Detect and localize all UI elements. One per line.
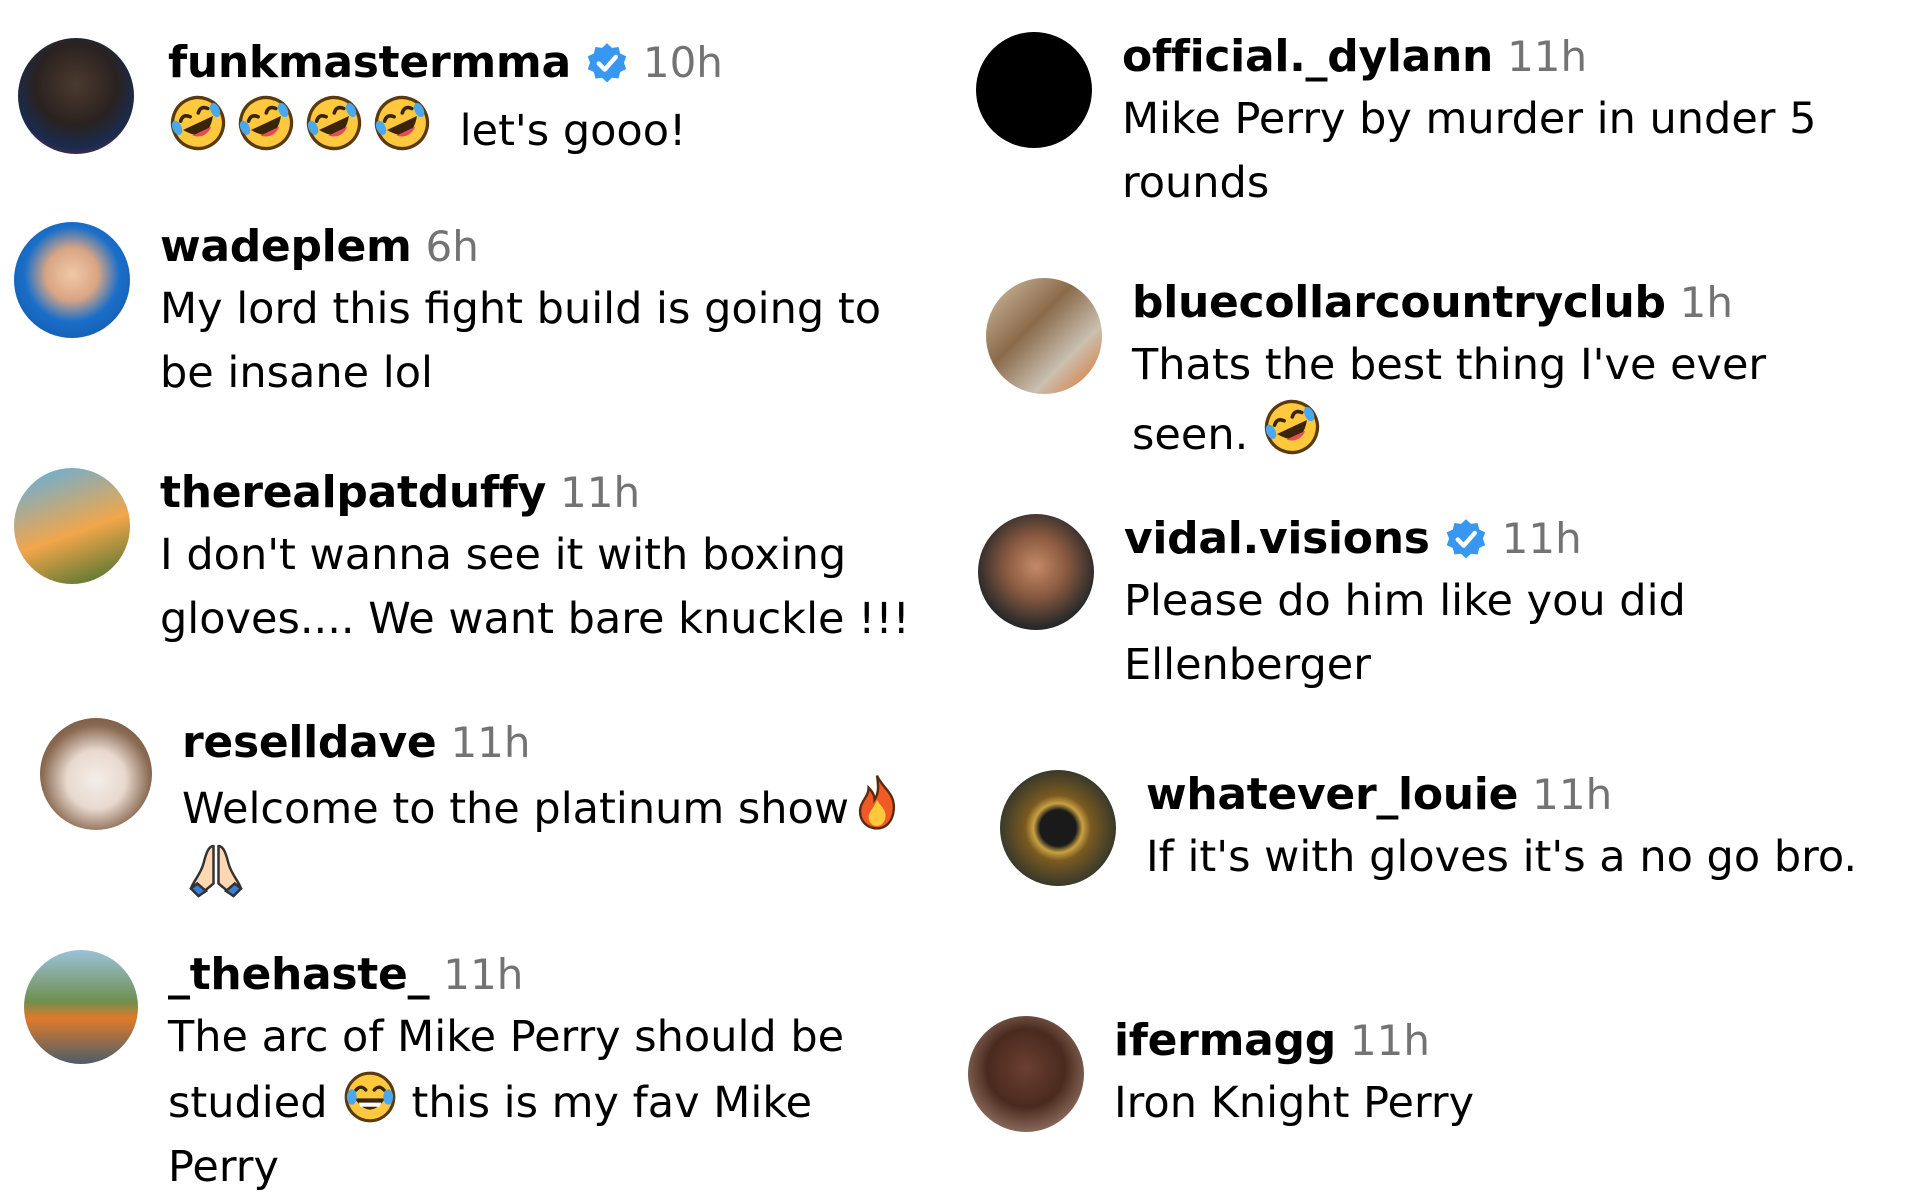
comment-text: let's gooo! — [168, 93, 723, 163]
username[interactable]: _thehaste_ — [168, 949, 430, 1001]
avatar[interactable] — [978, 514, 1094, 630]
rofl-emoji-icon — [236, 93, 296, 153]
comment-text-line: Ellenberger — [1124, 639, 1371, 690]
timestamp[interactable]: 10h — [643, 38, 723, 87]
username[interactable]: official._dylann — [1122, 31, 1493, 83]
comment-text: My lord this fight build is going to be … — [160, 277, 881, 405]
timestamp[interactable]: 11h — [1502, 514, 1582, 563]
timestamp[interactable]: 11h — [560, 468, 640, 517]
avatar[interactable] — [14, 468, 130, 584]
comment-text-line: studied — [168, 1077, 328, 1128]
comment-text: Iron Knight Perry — [1114, 1071, 1474, 1135]
comment-funkmastermma: funkmastermma 10h let's gooo! — [18, 37, 723, 163]
username[interactable]: vidal.visions — [1124, 513, 1430, 565]
comment-_thehaste_: _thehaste_ 11h The arc of Mike Perry sho… — [24, 949, 844, 1199]
comment-text: Mike Perry by murder in under 5 rounds — [1122, 87, 1817, 215]
avatar[interactable] — [1000, 770, 1116, 886]
rofl-emoji-icon — [1262, 397, 1322, 457]
avatar[interactable] — [40, 718, 152, 830]
username[interactable]: funkmastermma — [168, 37, 571, 89]
comment-text-line: If it's with gloves it's a no go bro. — [1146, 831, 1858, 882]
comment-therealpatduffy: therealpatduffy 11h I don't wanna see it… — [14, 467, 910, 651]
comment-text-line: Perry — [168, 1141, 279, 1192]
username[interactable]: whatever_louie — [1146, 769, 1518, 821]
comment-text-line: Thats the best thing I've ever — [1132, 339, 1767, 390]
comment-bluecollarcountryclub: bluecollarcountryclub 1h Thats the best … — [986, 277, 1766, 467]
comment-text-line: be insane lol — [160, 347, 433, 398]
timestamp[interactable]: 11h — [443, 950, 523, 999]
timestamp[interactable]: 11h — [1350, 1016, 1430, 1065]
comment-text-line: this is my fav Mike — [411, 1077, 813, 1128]
avatar[interactable] — [14, 222, 130, 338]
timestamp[interactable]: 11h — [1507, 32, 1587, 81]
comment-text-line: let's gooo! — [459, 105, 687, 156]
username[interactable]: bluecollarcountryclub — [1132, 277, 1666, 329]
comment-text-line: seen. — [1132, 409, 1249, 460]
timestamp[interactable]: 11h — [450, 718, 530, 767]
comment-text-line: rounds — [1122, 157, 1270, 208]
joy-emoji-icon — [342, 1069, 398, 1125]
timestamp[interactable]: 11h — [1532, 770, 1612, 819]
comment-text-line: Welcome to the platinum show — [182, 783, 850, 834]
username[interactable]: therealpatduffy — [160, 467, 546, 519]
comment-text-line: The arc of Mike Perry should be — [168, 1011, 845, 1062]
avatar[interactable] — [976, 32, 1092, 148]
username[interactable]: ifermagg — [1114, 1015, 1336, 1067]
comment-text: Welcome to the platinum show — [182, 773, 901, 911]
verified-badge-icon — [585, 41, 629, 85]
comment-text: I don't wanna see it with boxing gloves.… — [160, 523, 910, 651]
avatar[interactable] — [24, 950, 138, 1064]
rofl-emoji-icon — [304, 93, 364, 153]
avatar[interactable] — [18, 38, 134, 154]
rofl-emoji-icon — [168, 93, 228, 153]
comment-text-line: Please do him like you did — [1124, 575, 1686, 626]
username[interactable]: wadeplem — [160, 221, 412, 273]
comment-text-line: Mike Perry by murder in under 5 — [1122, 93, 1817, 144]
verified-badge-icon — [1444, 517, 1488, 561]
comment-vidal-visions: vidal.visions 11h Please do him like you… — [978, 513, 1686, 697]
comment-text-line: Iron Knight Perry — [1114, 1077, 1475, 1128]
comment-text-line: My lord this fight build is going to — [160, 283, 882, 334]
praying-hands-emoji-icon — [186, 841, 246, 901]
comment-text-line: I don't wanna see it with boxing — [160, 529, 847, 580]
comment-text: Please do him like you did Ellenberger — [1124, 569, 1686, 697]
comment-whatever-louie: whatever_louie 11h If it's with gloves i… — [1000, 769, 1857, 889]
timestamp[interactable]: 6h — [426, 222, 479, 271]
rofl-emoji-icon — [372, 93, 432, 153]
avatar[interactable] — [986, 278, 1102, 394]
timestamp[interactable]: 1h — [1680, 278, 1733, 327]
comment-text: Thats the best thing I've ever seen. — [1132, 333, 1766, 467]
username[interactable]: reselldave — [182, 717, 437, 769]
comment-ifermagg: ifermagg 11h Iron Knight Perry — [968, 1015, 1474, 1135]
comment-reselldave: reselldave 11h Welcome to the platinum s… — [40, 717, 901, 911]
comment-text: If it's with gloves it's a no go bro. — [1146, 825, 1857, 889]
comment-official-dylann: official._dylann 11h Mike Perry by murde… — [976, 31, 1817, 215]
comment-wadeplem: wadeplem 6h My lord this fight build is … — [14, 221, 881, 405]
fire-emoji-icon — [853, 773, 901, 831]
avatar[interactable] — [968, 1016, 1084, 1132]
comment-text-line: gloves.... We want bare knuckle !!! — [160, 593, 910, 644]
comment-text: The arc of Mike Perry should be studied t… — [168, 1005, 844, 1199]
